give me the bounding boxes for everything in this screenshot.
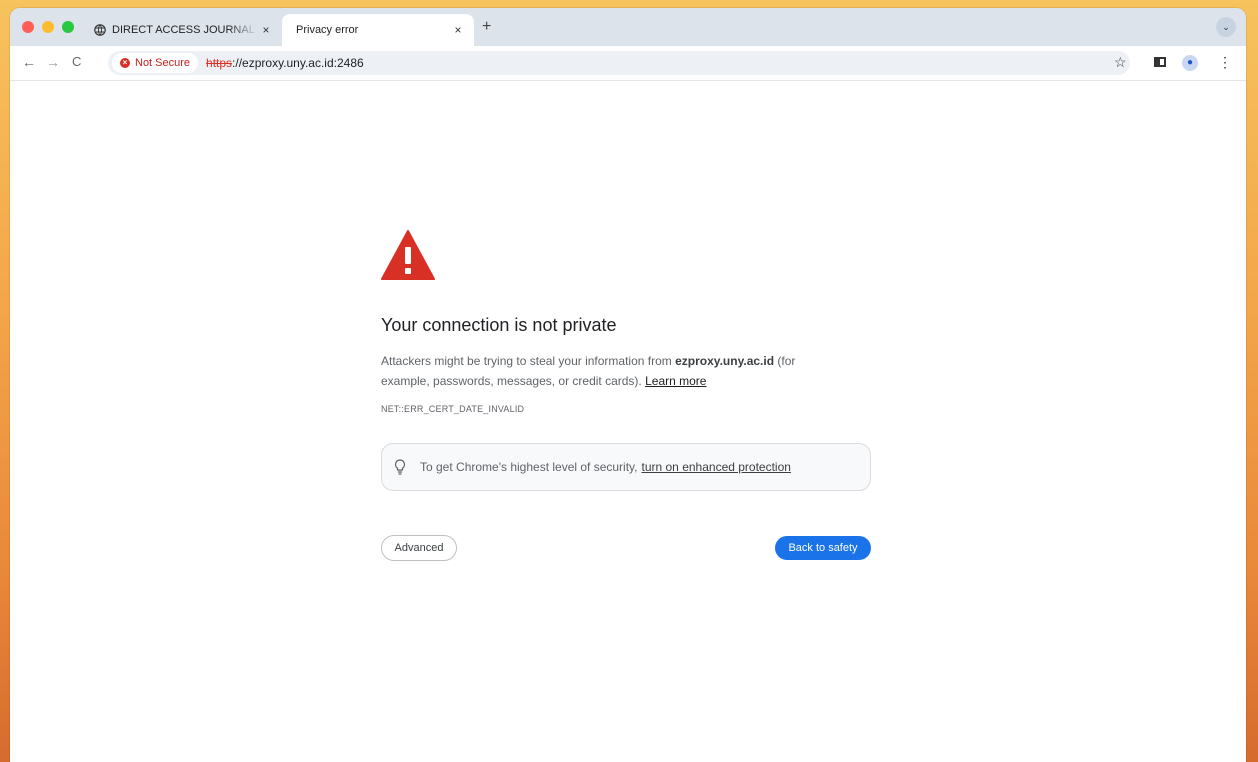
enhanced-protection-banner: To get Chrome's highest level of securit… [381, 443, 871, 491]
interstitial-page: Your connection is not private Attackers… [10, 81, 1246, 762]
page-title: Your connection is not private [381, 315, 617, 335]
tab-title: DIRECT ACCESS JOURNAL UNY [112, 24, 258, 36]
tab-title: Privacy error [296, 24, 359, 36]
bookmark-star-icon[interactable]: ☆ [1114, 54, 1127, 71]
globe-icon [94, 24, 106, 36]
enhanced-protection-link[interactable]: turn on enhanced protection [642, 460, 791, 474]
host-name: ezproxy.uny.ac.id [675, 354, 775, 368]
advanced-button[interactable]: Advanced [381, 535, 457, 561]
error-icon: × [120, 58, 130, 68]
close-tab-icon[interactable]: × [450, 23, 466, 37]
lightbulb-icon [394, 459, 406, 475]
menu-kebab-icon[interactable]: ⋮ [1218, 54, 1232, 71]
address-bar[interactable]: × Not Secure https://ezproxy.uny.ac.id:2… [108, 51, 1130, 75]
profile-avatar-icon[interactable]: ● [1182, 55, 1198, 71]
enhanced-protection-text: To get Chrome's highest level of securit… [420, 460, 638, 474]
side-panel-icon[interactable] [1154, 57, 1166, 67]
url-text[interactable]: https://ezproxy.uny.ac.id:2486 [206, 56, 364, 70]
learn-more-link[interactable]: Learn more [645, 374, 706, 388]
tab-privacy-error[interactable]: Privacy error × [282, 14, 474, 46]
error-code: NET::ERR_CERT_DATE_INVALID [381, 404, 525, 414]
warning-description: Attackers might be trying to steal your … [381, 351, 841, 391]
warning-triangle-icon [381, 230, 435, 280]
description-text: Attackers might be trying to steal your … [381, 354, 676, 368]
back-button[interactable]: ← [22, 54, 36, 70]
url-scheme: https [206, 56, 233, 70]
reload-button[interactable]: C [72, 54, 81, 69]
browser-window: DIRECT ACCESS JOURNAL UNY × Privacy erro… [10, 8, 1246, 762]
url-host: ://ezproxy.uny.ac.id:2486 [232, 56, 364, 70]
new-tab-button[interactable]: + [482, 18, 491, 36]
minimize-window-button[interactable] [42, 21, 54, 33]
tab-direct-access-journal[interactable]: DIRECT ACCESS JOURNAL UNY × [86, 14, 282, 46]
security-chip-label: Not Secure [135, 57, 191, 69]
close-window-button[interactable] [22, 21, 34, 33]
back-to-safety-button[interactable]: Back to safety [775, 536, 871, 560]
tab-search-button[interactable]: ⌄ [1216, 17, 1236, 37]
close-tab-icon[interactable]: × [258, 23, 274, 37]
zoom-window-button[interactable] [62, 21, 74, 33]
security-chip[interactable]: × Not Secure [112, 53, 199, 73]
forward-button[interactable]: → [46, 54, 60, 70]
browser-toolbar: ← → C × Not Secure https://ezproxy.uny.a… [10, 46, 1246, 81]
tab-strip: DIRECT ACCESS JOURNAL UNY × Privacy erro… [10, 8, 1246, 46]
